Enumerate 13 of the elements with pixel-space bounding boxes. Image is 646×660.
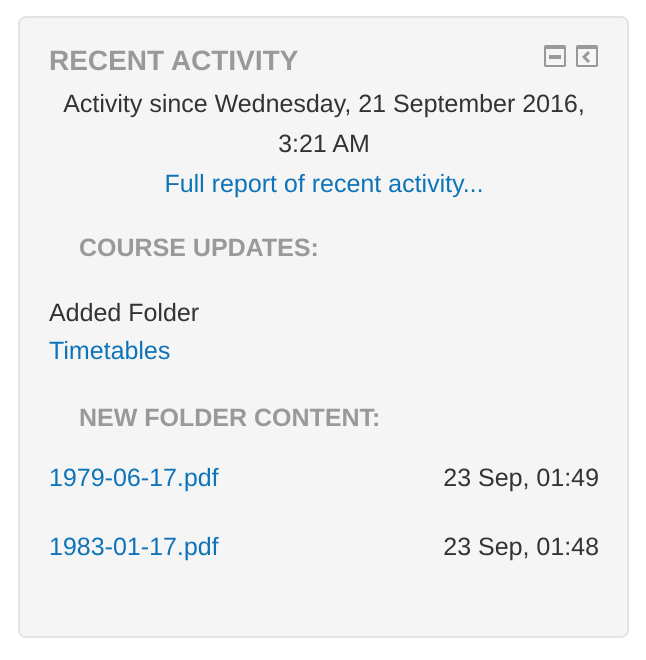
file-time: 23 Sep, 01:49 xyxy=(443,463,599,494)
file-time: 23 Sep, 01:48 xyxy=(443,532,599,563)
minimize-icon[interactable] xyxy=(543,44,567,68)
section-heading: COURSE UPDATES: xyxy=(79,233,320,264)
since-text: Activity since Wednesday, 21 September 2016, 3:21 AM xyxy=(62,89,586,160)
full-report-link[interactable]: Full report of recent activity... xyxy=(164,170,484,198)
folder-link[interactable]: Timetables xyxy=(49,336,170,364)
section-heading: NEW FOLDER CONTENT: xyxy=(79,402,382,434)
update-text: Added Folder xyxy=(49,298,200,328)
file-link[interactable]: 1979-06-17.pdf xyxy=(49,459,219,528)
block-title: RECENT ACTIVITY xyxy=(49,44,298,78)
file-link[interactable]: 1983-01-17.pdf xyxy=(49,528,219,597)
dock-icon[interactable] xyxy=(575,44,599,68)
